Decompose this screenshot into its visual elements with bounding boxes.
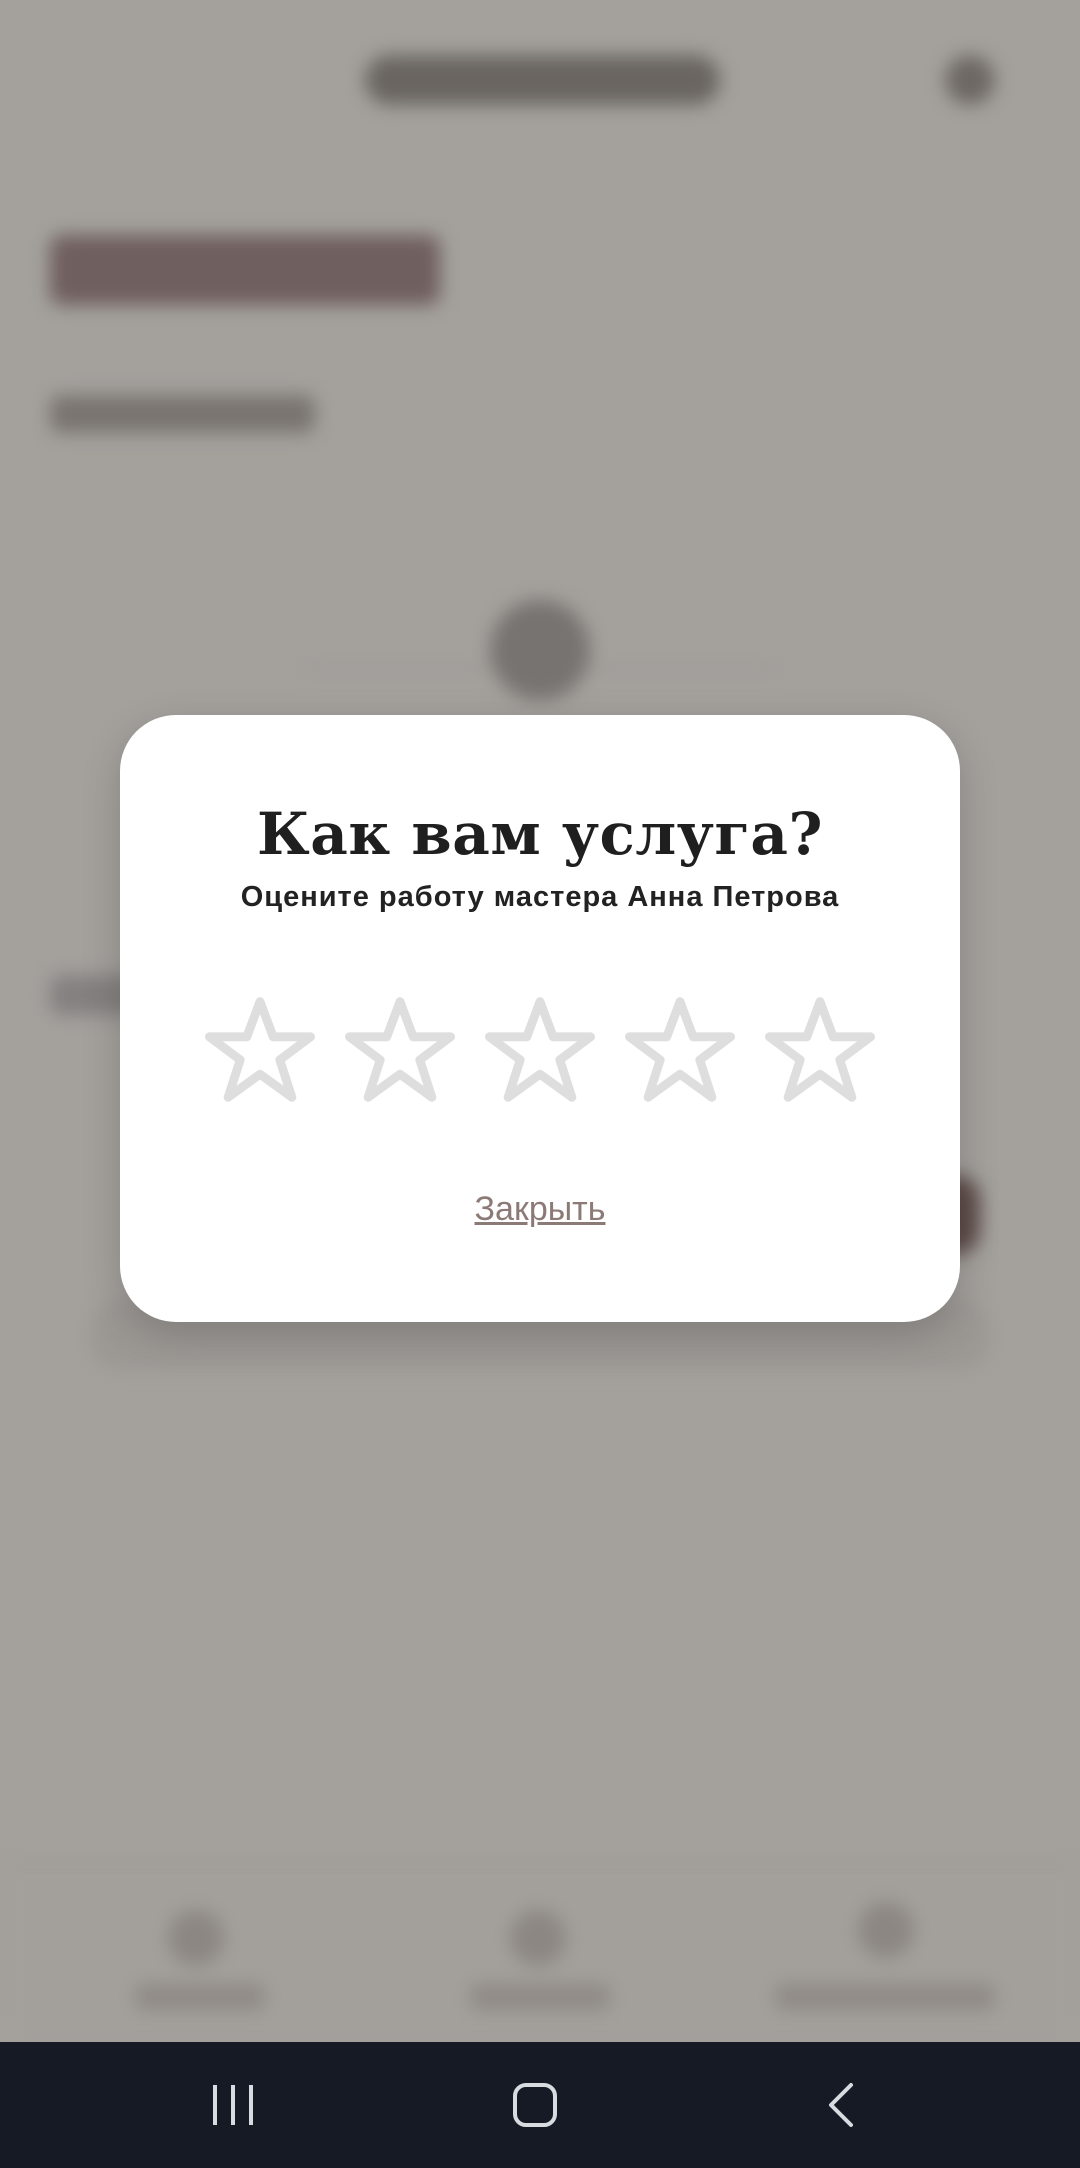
background-subtitle (50, 395, 315, 433)
background-header-title (365, 55, 720, 105)
star-rating (205, 995, 875, 1105)
rating-dialog: Как вам услуга? Оцените работу мастера А… (120, 715, 960, 1322)
background-bottom-nav (0, 1860, 1080, 2042)
star-1-icon[interactable] (205, 995, 315, 1105)
home-button[interactable] (490, 2060, 580, 2150)
background-avatar (490, 600, 590, 700)
dialog-title: Как вам услуга? (257, 800, 823, 868)
background-nav-label (135, 1984, 265, 2010)
close-link[interactable]: Закрыть (120, 1190, 960, 1229)
background-nav-label (470, 1984, 610, 2010)
system-nav-bar (0, 2042, 1080, 2168)
background-nav-icon (858, 1902, 914, 1958)
star-4-icon[interactable] (625, 995, 735, 1105)
recent-apps-button[interactable] (188, 2060, 278, 2150)
background-nav-icon (168, 1910, 224, 1966)
back-button[interactable] (795, 2060, 885, 2150)
background-nav-label (775, 1984, 995, 2010)
star-2-icon[interactable] (345, 995, 455, 1105)
home-icon (513, 2083, 557, 2127)
star-5-icon[interactable] (765, 995, 875, 1105)
background-nav-icon (510, 1910, 566, 1966)
recent-apps-icon (213, 2085, 253, 2125)
background-header-icon (945, 55, 995, 105)
background-page-title (50, 235, 440, 305)
back-icon (829, 2083, 853, 2127)
star-3-icon[interactable] (485, 995, 595, 1105)
dialog-subtitle: Оцените работу мастера Анна Петрова (240, 881, 840, 913)
